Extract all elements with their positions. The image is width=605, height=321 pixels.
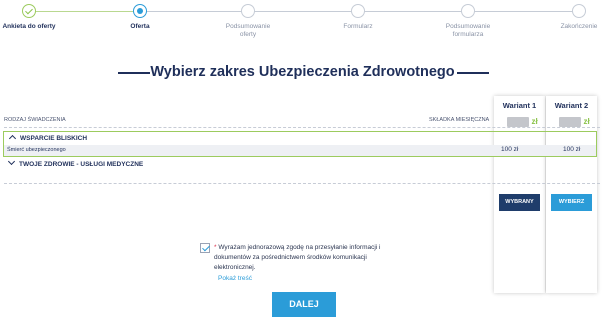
- next-button[interactable]: DALEJ: [272, 292, 336, 317]
- consent-label: Wyrażam jednorazową zgodę na przesyłanie…: [214, 244, 381, 271]
- section-support-relatives[interactable]: WSPARCIE BLISKICH Śmierć ubezpieczonego …: [3, 131, 597, 157]
- step-offer[interactable]: Oferta: [105, 4, 175, 31]
- step-done-check-icon: [22, 4, 36, 18]
- section-medical-services[interactable]: TWOJE ZDROWIE - USŁUGI MEDYCZNE: [7, 157, 144, 168]
- variant-2-value: 100 zł: [563, 146, 581, 153]
- benefit-type-header: RODZAJ ŚWIADCZENIA: [4, 117, 66, 123]
- price-currency: zł: [583, 117, 590, 126]
- chevron-down-icon: [7, 157, 16, 166]
- step-label: Oferta: [130, 23, 150, 30]
- show-content-link[interactable]: Pokaż treść: [218, 275, 252, 282]
- section-header[interactable]: WSPARCIE BLISKICH: [8, 134, 88, 143]
- consent-text: * Wyrażam jednorazową zgodę na przesyłan…: [214, 243, 400, 273]
- step-current-icon: [133, 4, 147, 18]
- step-form-summary: Podsumowanie formularza: [433, 4, 503, 39]
- price-currency: zł: [531, 117, 538, 126]
- chevron-up-icon: [8, 134, 17, 143]
- benefit-label: Śmierć ubezpieczonego: [7, 147, 66, 153]
- variant-name: Wariant 1: [502, 101, 537, 110]
- blurred-price: [558, 117, 581, 127]
- table-row: Śmierć ubezpieczonego 100 zł 100 zł: [4, 145, 596, 156]
- step-pending-icon: [461, 4, 475, 18]
- step-form: Formularz: [323, 4, 393, 31]
- section-title: WSPARCIE BLISKICH: [20, 135, 88, 142]
- monthly-premium-header: SKŁADKA MIESIĘCZNA: [429, 117, 490, 123]
- variant-name: Wariant 2: [554, 101, 589, 110]
- heading-rule-right: [457, 72, 489, 74]
- variant-1-selected-button[interactable]: WYBRANY: [499, 194, 540, 211]
- divider: [4, 127, 600, 128]
- step-label: Formularz: [343, 23, 373, 30]
- page-heading: Wybierz zakres Ubezpieczenia Zdrowotnego: [0, 63, 605, 81]
- section-title: TWOJE ZDROWIE - USŁUGI MEDYCZNE: [19, 161, 144, 168]
- page-title: Wybierz zakres Ubezpieczenia Zdrowotnego: [150, 64, 455, 80]
- step-offer-summary: Podsumowanie oferty: [213, 4, 283, 39]
- step-label: Podsumowanie formularza: [445, 23, 491, 38]
- consent-checkbox[interactable]: [200, 243, 210, 253]
- divider: [4, 183, 600, 184]
- blurred-price: [506, 117, 529, 127]
- heading-rule-left: [118, 72, 150, 74]
- variant-1-value: 100 zł: [501, 146, 519, 153]
- step-pending-icon: [241, 4, 255, 18]
- step-survey[interactable]: Ankieta do oferty: [0, 4, 64, 31]
- step-label: Podsumowanie oferty: [225, 23, 271, 38]
- variant-2-select-button[interactable]: WYBIERZ: [551, 194, 592, 211]
- step-pending-icon: [572, 4, 586, 18]
- progress-stepper: Ankieta do oferty Oferta Podsumowanie of…: [0, 0, 605, 45]
- step-pending-icon: [351, 4, 365, 18]
- required-mark: *: [214, 244, 217, 251]
- step-finish: Zakończenie: [544, 4, 605, 31]
- step-label: Ankieta do oferty: [2, 23, 56, 30]
- step-label: Zakończenie: [560, 23, 598, 30]
